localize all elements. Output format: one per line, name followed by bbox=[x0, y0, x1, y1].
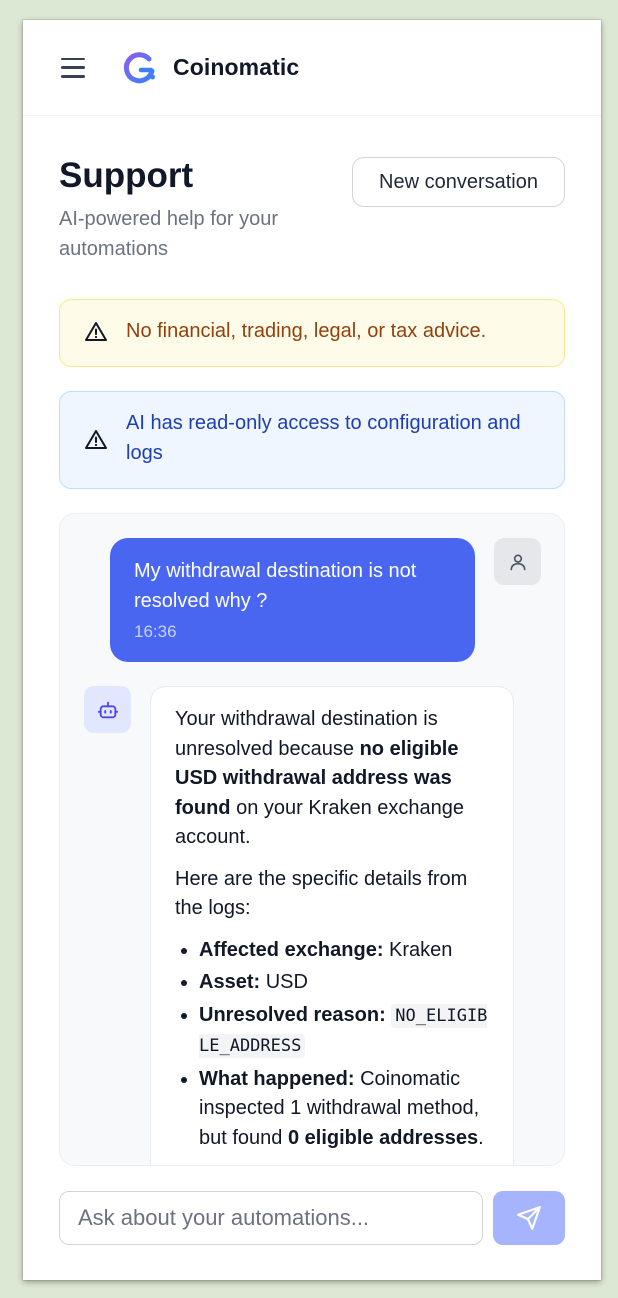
send-icon bbox=[517, 1206, 541, 1230]
user-message: My withdrawal destination is not resolve… bbox=[110, 538, 475, 662]
assistant-details-lead: Here are the specific details from the l… bbox=[175, 867, 468, 920]
warning-icon bbox=[85, 322, 107, 341]
composer bbox=[59, 1191, 565, 1245]
user-avatar bbox=[494, 538, 541, 585]
title-row: Support AI-powered help for your automat… bbox=[59, 116, 565, 296]
bot-avatar bbox=[84, 686, 131, 733]
user-message-text: My withdrawal destination is not resolve… bbox=[134, 560, 417, 612]
brand-name: Coinomatic bbox=[173, 54, 300, 80]
disclaimer-text: No financial, trading, legal, or tax adv… bbox=[126, 320, 487, 342]
chat-input[interactable] bbox=[59, 1191, 483, 1245]
new-conversation-button[interactable]: New conversation bbox=[352, 157, 565, 207]
app-window: Coinomatic Support AI-powered help for y… bbox=[23, 20, 601, 1280]
app-header: Coinomatic bbox=[23, 20, 601, 116]
message-timestamp: 16:36 bbox=[134, 622, 177, 641]
user-icon bbox=[510, 554, 525, 570]
warning-icon bbox=[85, 430, 107, 449]
bot-icon bbox=[97, 701, 118, 718]
send-button[interactable] bbox=[493, 1191, 565, 1245]
support-page: Support AI-powered help for your automat… bbox=[59, 116, 565, 1245]
chat-thread[interactable]: My withdrawal destination is not resolve… bbox=[59, 513, 565, 1166]
page-subtitle: AI-powered help for your automations bbox=[59, 208, 279, 260]
menu-icon[interactable] bbox=[61, 57, 85, 78]
disclaimer-alert: No financial, trading, legal, or tax adv… bbox=[59, 299, 565, 367]
access-alert: AI has read-only access to configuration… bbox=[59, 391, 565, 489]
coinomatic-logo bbox=[123, 51, 155, 83]
list-item: What happened: Coinomatic inspected 1 wi… bbox=[199, 1065, 489, 1154]
list-item: Unresolved reason: NO_ELIGIBLE_ADDRESS bbox=[199, 1001, 489, 1062]
assistant-message: Your withdrawal destination is unresolve… bbox=[150, 686, 514, 1165]
details-list: Affected exchange: Kraken Asset: USD Unr… bbox=[175, 936, 489, 1154]
list-item: Asset: USD bbox=[199, 968, 489, 998]
access-text: AI has read-only access to configuration… bbox=[126, 412, 521, 464]
page-title: Support bbox=[59, 156, 194, 195]
assistant-intro: Your withdrawal destination is unresolve… bbox=[175, 708, 465, 848]
list-item: Affected exchange: Kraken bbox=[199, 936, 489, 966]
